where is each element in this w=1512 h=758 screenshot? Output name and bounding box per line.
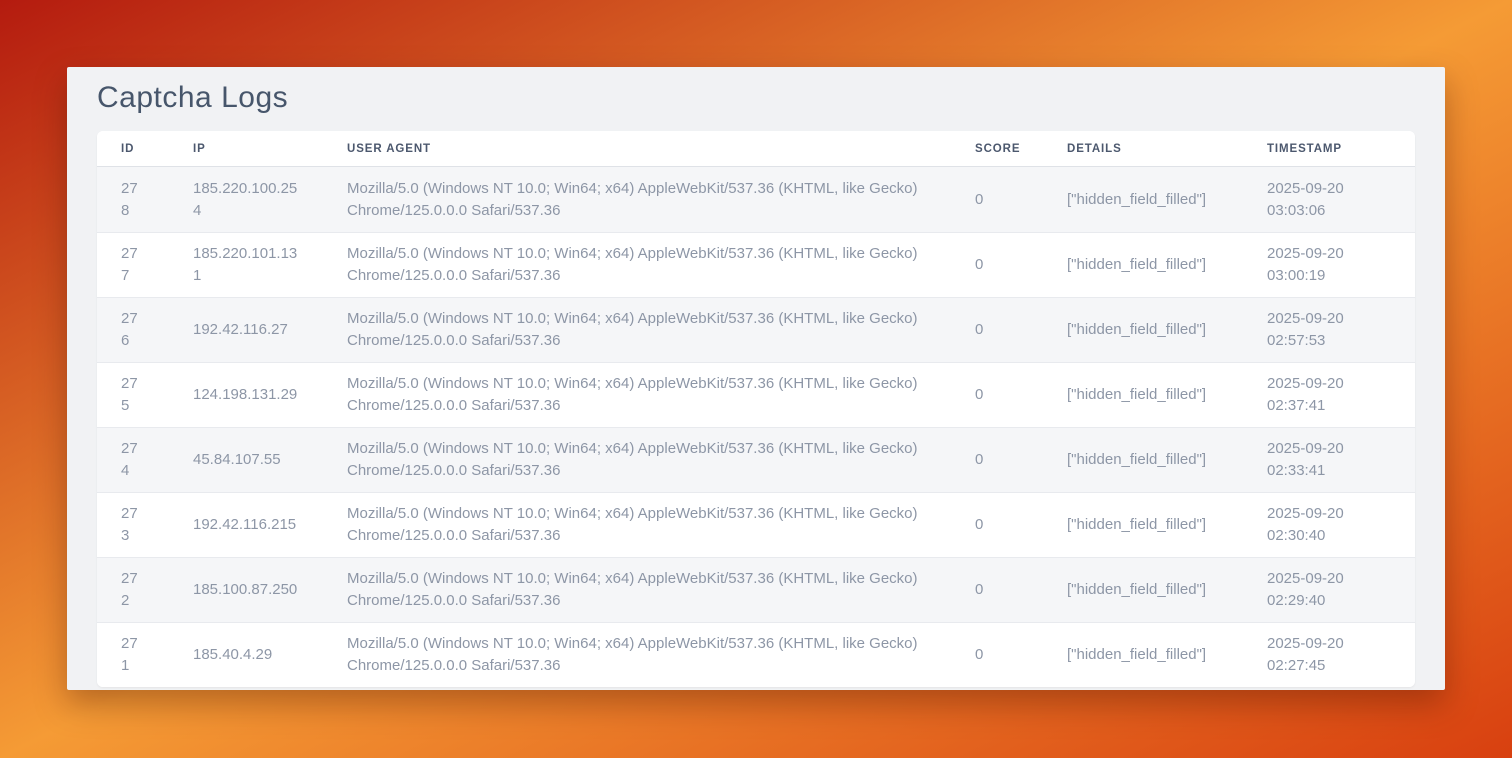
cell-ip: 185.100.87.250 [169,557,323,622]
cell-ip: 45.84.107.55 [169,427,323,492]
cell-id: 276 [97,297,169,362]
cell-id: 277 [97,232,169,297]
cell-timestamp: 2025-09-20 02:33:41 [1243,427,1415,492]
column-header-user-agent: USER AGENT [323,131,951,167]
cell-score: 0 [951,557,1043,622]
column-header-score: SCORE [951,131,1043,167]
cell-details: ["hidden_field_filled"] [1043,362,1243,427]
captcha-logs-table: ID IP USER AGENT SCORE DETAILS TIMESTAMP… [97,131,1415,687]
cell-details: ["hidden_field_filled"] [1043,167,1243,232]
cell-timestamp: 2025-09-20 03:03:06 [1243,167,1415,232]
cell-ip: 192.42.116.215 [169,492,323,557]
cell-ip: 185.220.101.131 [169,232,323,297]
column-header-timestamp: TIMESTAMP [1243,131,1415,167]
cell-score: 0 [951,622,1043,687]
cell-user-agent: Mozilla/5.0 (Windows NT 10.0; Win64; x64… [323,297,951,362]
cell-ip: 124.198.131.29 [169,362,323,427]
cell-id: 278 [97,167,169,232]
cell-details: ["hidden_field_filled"] [1043,492,1243,557]
cell-user-agent: Mozilla/5.0 (Windows NT 10.0; Win64; x64… [323,232,951,297]
cell-id: 275 [97,362,169,427]
cell-id: 274 [97,427,169,492]
cell-timestamp: 2025-09-20 03:00:19 [1243,232,1415,297]
table-row: 271 185.40.4.29 Mozilla/5.0 (Windows NT … [97,622,1415,687]
cell-user-agent: Mozilla/5.0 (Windows NT 10.0; Win64; x64… [323,492,951,557]
cell-id: 273 [97,492,169,557]
cell-ip: 192.42.116.27 [169,297,323,362]
table-body: 278 185.220.100.254 Mozilla/5.0 (Windows… [97,167,1415,687]
cell-timestamp: 2025-09-20 02:30:40 [1243,492,1415,557]
table-row: 277 185.220.101.131 Mozilla/5.0 (Windows… [97,232,1415,297]
table-row: 272 185.100.87.250 Mozilla/5.0 (Windows … [97,557,1415,622]
cell-score: 0 [951,297,1043,362]
cell-score: 0 [951,232,1043,297]
table-row: 273 192.42.116.215 Mozilla/5.0 (Windows … [97,492,1415,557]
column-header-id: ID [97,131,169,167]
cell-timestamp: 2025-09-20 02:29:40 [1243,557,1415,622]
table-row: 275 124.198.131.29 Mozilla/5.0 (Windows … [97,362,1415,427]
table-row: 276 192.42.116.27 Mozilla/5.0 (Windows N… [97,297,1415,362]
cell-score: 0 [951,427,1043,492]
column-header-ip: IP [169,131,323,167]
page-title: Captcha Logs [97,81,1415,115]
cell-ip: 185.220.100.254 [169,167,323,232]
cell-details: ["hidden_field_filled"] [1043,557,1243,622]
cell-ip: 185.40.4.29 [169,622,323,687]
cell-user-agent: Mozilla/5.0 (Windows NT 10.0; Win64; x64… [323,427,951,492]
cell-timestamp: 2025-09-20 02:37:41 [1243,362,1415,427]
cell-score: 0 [951,167,1043,232]
cell-score: 0 [951,362,1043,427]
table-row: 274 45.84.107.55 Mozilla/5.0 (Windows NT… [97,427,1415,492]
captcha-logs-card[interactable]: Captcha Logs ID IP USER AGENT SCORE DETA… [67,67,1445,690]
cell-user-agent: Mozilla/5.0 (Windows NT 10.0; Win64; x64… [323,557,951,622]
cell-id: 272 [97,557,169,622]
cell-user-agent: Mozilla/5.0 (Windows NT 10.0; Win64; x64… [323,167,951,232]
table-header: ID IP USER AGENT SCORE DETAILS TIMESTAMP [97,131,1415,167]
cell-details: ["hidden_field_filled"] [1043,622,1243,687]
cell-user-agent: Mozilla/5.0 (Windows NT 10.0; Win64; x64… [323,362,951,427]
cell-details: ["hidden_field_filled"] [1043,297,1243,362]
cell-details: ["hidden_field_filled"] [1043,232,1243,297]
cell-id: 271 [97,622,169,687]
cell-user-agent: Mozilla/5.0 (Windows NT 10.0; Win64; x64… [323,622,951,687]
cell-timestamp: 2025-09-20 02:27:45 [1243,622,1415,687]
table-row: 278 185.220.100.254 Mozilla/5.0 (Windows… [97,167,1415,232]
page-background: { "page": { "title": "Captcha Logs", "ba… [0,0,1512,758]
column-header-details: DETAILS [1043,131,1243,167]
cell-details: ["hidden_field_filled"] [1043,427,1243,492]
cell-score: 0 [951,492,1043,557]
cell-timestamp: 2025-09-20 02:57:53 [1243,297,1415,362]
